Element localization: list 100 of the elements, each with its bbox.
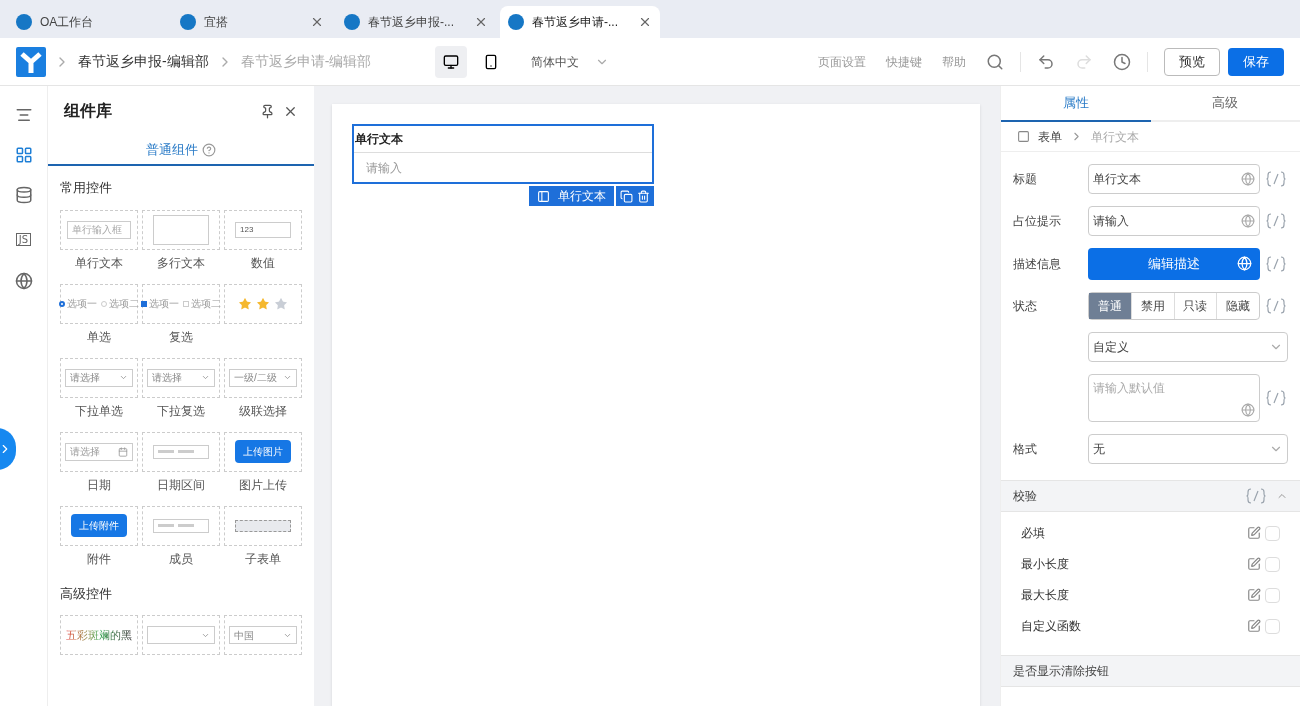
- preview-button[interactable]: 预览: [1164, 47, 1220, 76]
- close-icon[interactable]: [310, 15, 324, 29]
- edit-icon[interactable]: [1247, 526, 1261, 540]
- status-option[interactable]: 普通: [1089, 293, 1132, 319]
- help-icon[interactable]: [202, 143, 216, 157]
- select-preview: 请选择: [147, 368, 215, 387]
- date-preview: 请选择: [65, 442, 133, 461]
- copy-icon[interactable]: [620, 189, 633, 203]
- component-thumbnail[interactable]: 上传图片: [224, 431, 302, 472]
- component-thumbnail[interactable]: 五彩斑斓的黑: [60, 615, 138, 655]
- undo-icon[interactable]: [1037, 52, 1055, 71]
- star-icon: [238, 296, 252, 311]
- component-thumbnail[interactable]: 请选择: [60, 431, 138, 472]
- property-label: 标题: [1013, 171, 1038, 188]
- component-label: 数值: [251, 254, 275, 272]
- browser-tab[interactable]: 宜搭: [172, 6, 332, 38]
- save-button[interactable]: 保存: [1228, 47, 1284, 76]
- language-select[interactable]: 简体中文: [531, 52, 610, 71]
- component-thumbnail[interactable]: 请选择: [60, 357, 138, 398]
- panel-tab[interactable]: 高级: [1150, 86, 1300, 122]
- checkbox-icon: [183, 300, 189, 307]
- toolbar-link[interactable]: 页面设置: [818, 52, 866, 71]
- toolbar-link[interactable]: 快捷键: [886, 52, 922, 71]
- component-thumbnail[interactable]: [142, 615, 220, 655]
- subform-preview: [235, 519, 291, 532]
- browser-tab[interactable]: 春节返乡申请-...: [500, 6, 660, 38]
- delete-icon[interactable]: [637, 189, 650, 203]
- component-thumbnail[interactable]: 中国: [224, 615, 302, 655]
- status-option[interactable]: 隐藏: [1217, 293, 1259, 319]
- component-thumbnail[interactable]: 一级/二级: [224, 357, 302, 398]
- component-thumbnail[interactable]: 请选择: [142, 357, 220, 398]
- tab-favicon-icon: [508, 14, 524, 30]
- form-field-card[interactable]: 单行文本 请输入: [352, 124, 654, 184]
- section-title: 是否显示清除按钮: [1013, 663, 1109, 680]
- input-field[interactable]: 请输入: [1088, 206, 1260, 236]
- property-label: 占位提示: [1013, 213, 1062, 230]
- outline-icon[interactable]: [14, 106, 33, 124]
- component-thumbnail[interactable]: 单行输入框: [60, 209, 138, 250]
- field-label: 单行文本: [354, 131, 404, 148]
- input-field[interactable]: 请输入: [354, 152, 652, 182]
- textarea-field[interactable]: 请输入默认值: [1088, 374, 1260, 422]
- breadcrumb-item[interactable]: 春节返乡申请-编辑部: [240, 51, 372, 72]
- component-label: 日期区间: [157, 476, 205, 494]
- tab-favicon-icon: [344, 14, 360, 30]
- close-icon[interactable]: [474, 15, 488, 29]
- input-preview: 123: [235, 221, 291, 238]
- section-title: 校验: [1013, 488, 1038, 505]
- checkbox[interactable]: [1265, 618, 1280, 634]
- panel-tab[interactable]: 属性: [1001, 86, 1151, 122]
- rule-label: 自定义函数: [1021, 618, 1082, 635]
- breadcrumb-item[interactable]: 表单: [1038, 127, 1062, 146]
- input-preview: 单行输入框: [67, 220, 131, 239]
- component-thumbnail[interactable]: [142, 209, 220, 250]
- desktop-view-button[interactable]: [435, 45, 468, 78]
- browser-tab[interactable]: OA工作台: [8, 6, 168, 38]
- edit-icon[interactable]: [1247, 619, 1261, 633]
- component-label: 复选: [169, 328, 193, 346]
- radio-icon: [59, 300, 65, 307]
- select-field[interactable]: 自定义: [1088, 332, 1288, 362]
- checkbox[interactable]: [1265, 525, 1280, 541]
- status-option[interactable]: 禁用: [1131, 293, 1175, 319]
- component-thumbnail[interactable]: 上传附件: [60, 505, 138, 546]
- grid-icon[interactable]: [14, 146, 33, 164]
- edit-icon[interactable]: [1247, 588, 1261, 602]
- app-logo[interactable]: [16, 46, 46, 77]
- component-label: 级联选择: [239, 402, 287, 420]
- component-thumbnail[interactable]: [224, 283, 302, 324]
- globe-icon[interactable]: [14, 272, 33, 290]
- select-preview: 一级/二级: [229, 368, 297, 387]
- property-label: 格式: [1013, 441, 1038, 458]
- checkbox[interactable]: [1265, 587, 1280, 603]
- pin-icon[interactable]: [260, 103, 275, 119]
- component-thumbnail[interactable]: [142, 505, 220, 546]
- input-field[interactable]: 单行文本: [1088, 164, 1260, 194]
- history-icon[interactable]: [1113, 52, 1131, 71]
- status-option[interactable]: 只读: [1174, 293, 1218, 319]
- chevron-icon: [119, 373, 128, 382]
- toolbar-link[interactable]: 帮助: [942, 52, 966, 71]
- breadcrumb-item[interactable]: 春节返乡申报-编辑部: [78, 51, 209, 72]
- component-thumbnail[interactable]: [224, 505, 302, 546]
- component-label: 日期: [87, 476, 111, 494]
- date-range-preview: [153, 444, 209, 459]
- tab-favicon-icon: [16, 14, 32, 30]
- upload-button: 上传图片: [235, 440, 291, 463]
- component-label: 图片上传: [239, 476, 287, 494]
- select-field[interactable]: 无: [1088, 434, 1288, 464]
- edit-icon[interactable]: [1247, 557, 1261, 571]
- library-tab[interactable]: 普通组件: [48, 136, 314, 166]
- checkbox-icon: [141, 300, 147, 307]
- checkbox[interactable]: [1265, 556, 1280, 572]
- search-icon[interactable]: [986, 52, 1004, 71]
- edit-description-button[interactable]: 编辑描述: [1088, 248, 1260, 280]
- upload-button: 上传附件: [71, 514, 127, 537]
- component-label: 下拉单选: [75, 402, 123, 420]
- database-icon[interactable]: [14, 186, 33, 204]
- close-icon[interactable]: [638, 15, 652, 29]
- component-thumbnail[interactable]: [142, 431, 220, 472]
- browser-tab[interactable]: 春节返乡申报-...: [336, 6, 496, 38]
- component-thumbnail[interactable]: 123: [224, 209, 302, 250]
- property-label: 描述信息: [1013, 256, 1062, 273]
